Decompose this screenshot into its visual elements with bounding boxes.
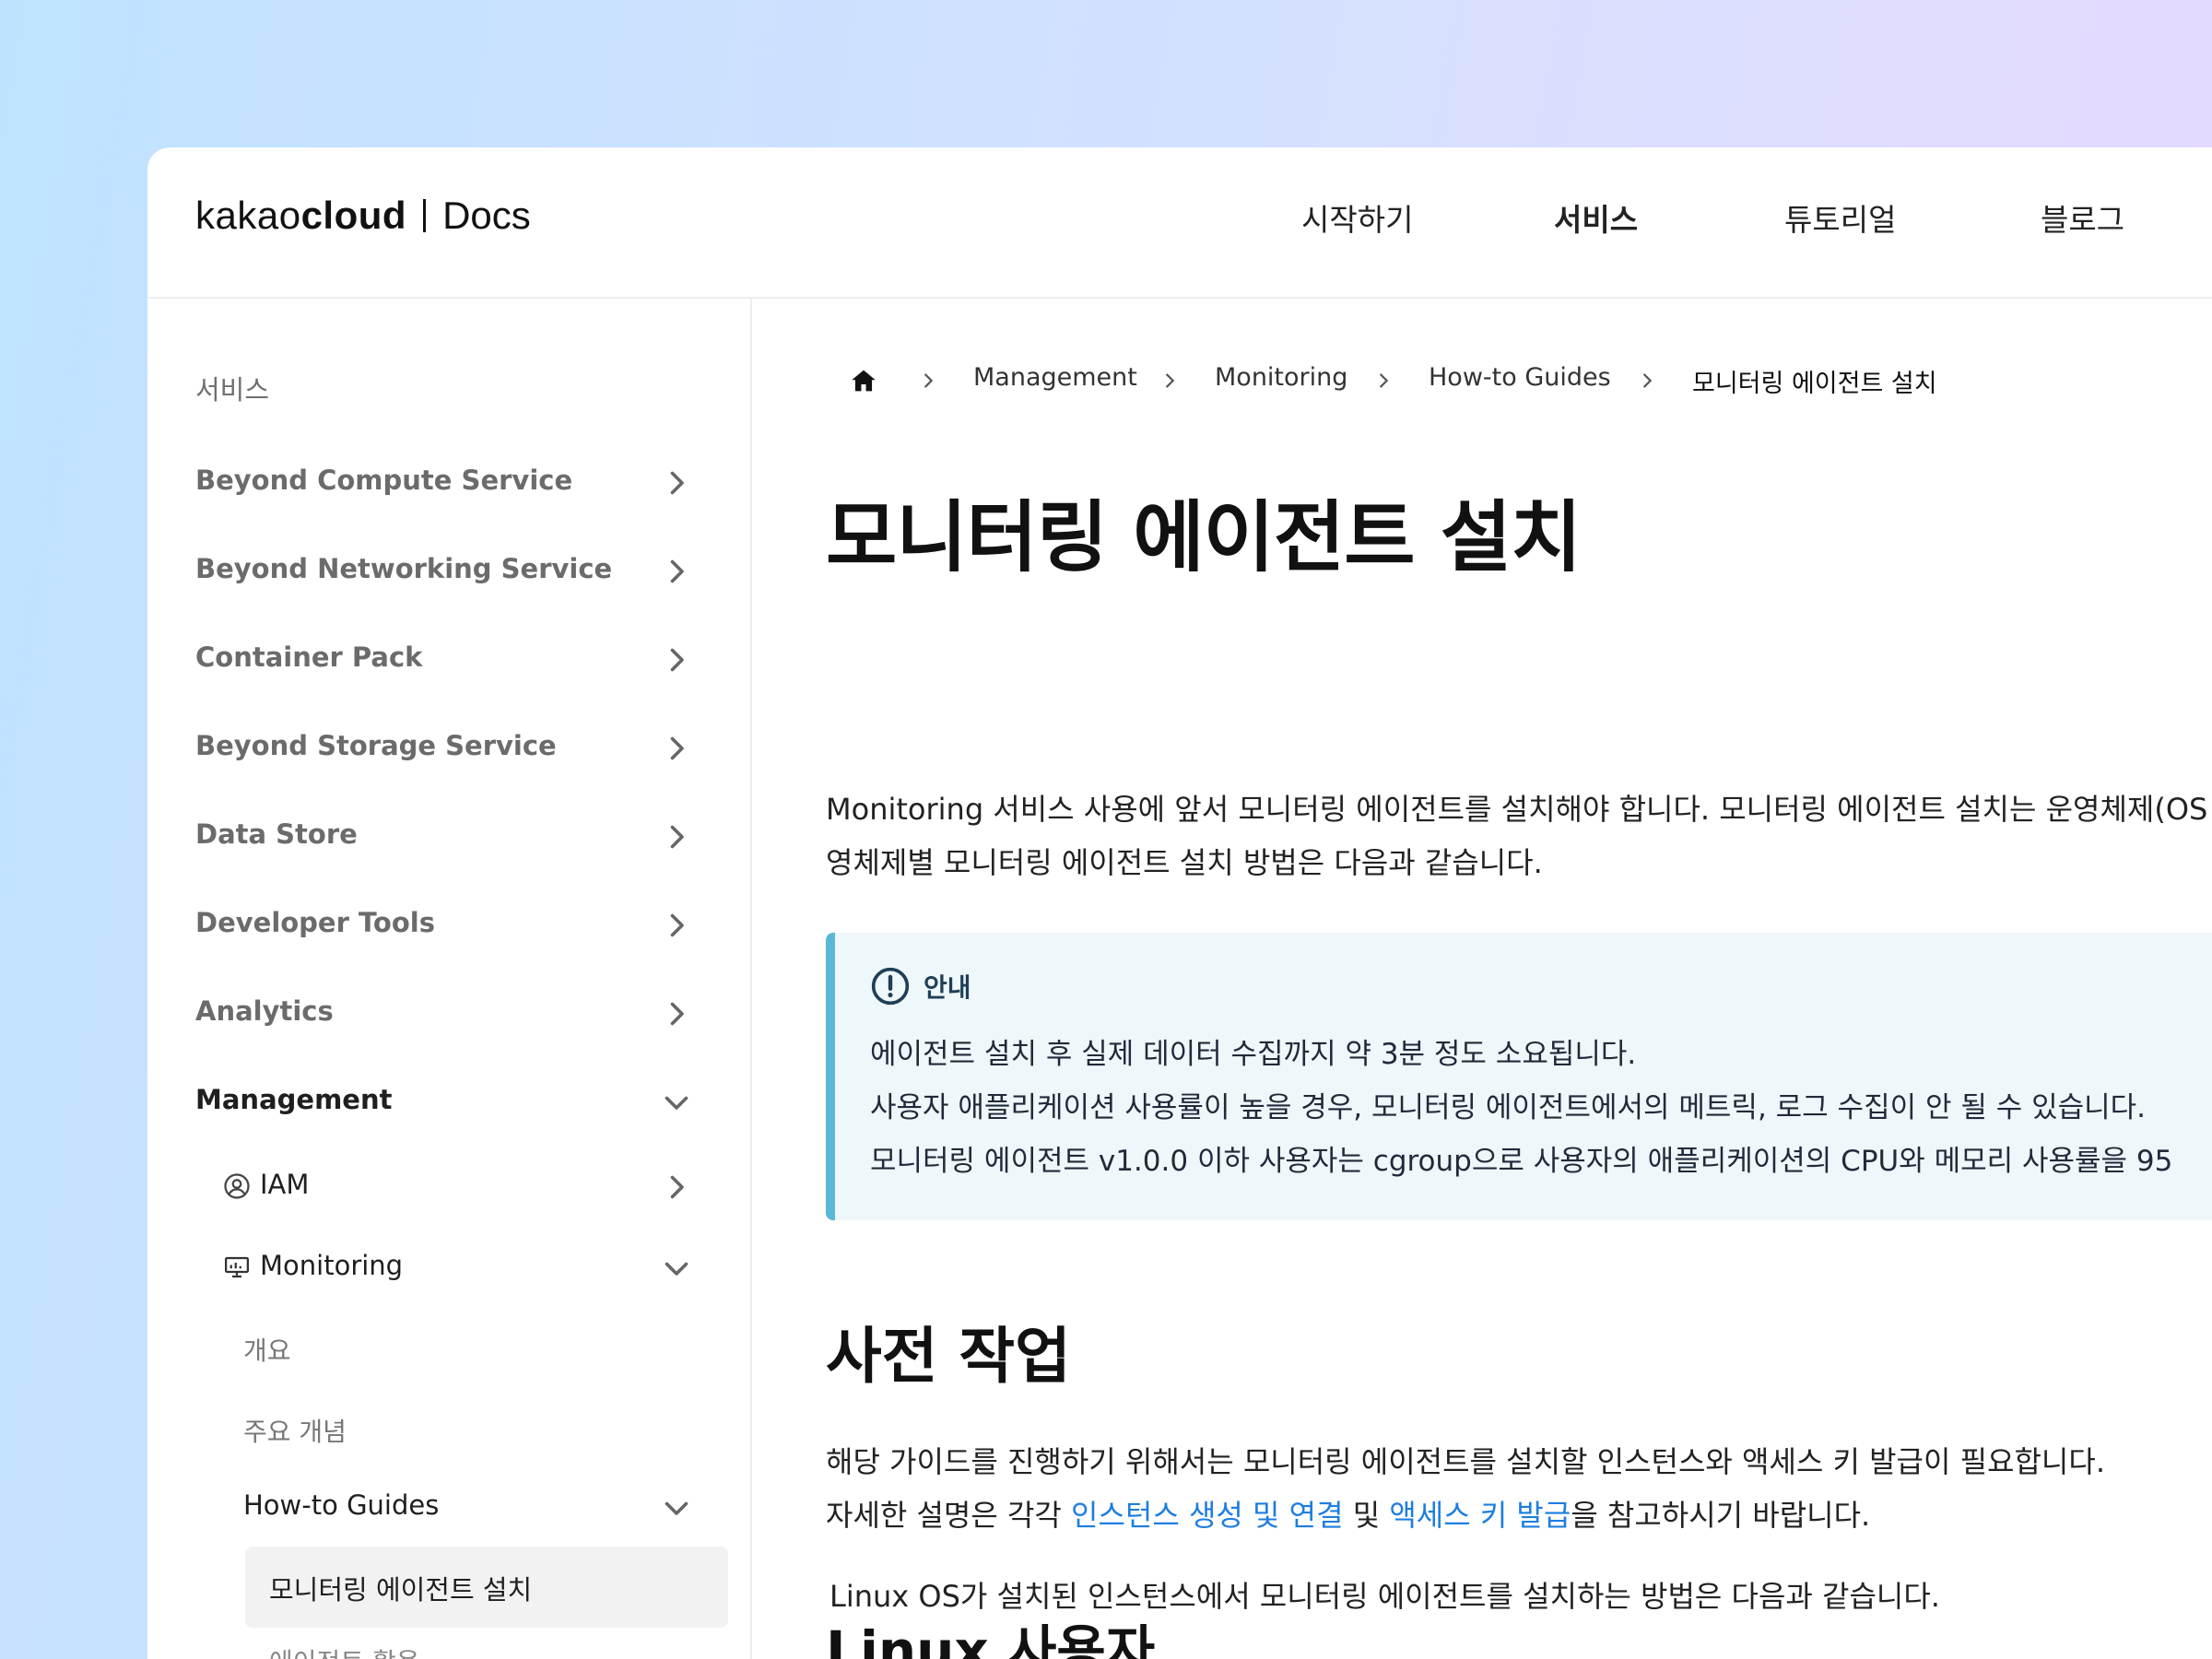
intro-line-1: Monitoring 서비스 사용에 앞서 모니터링 에이전트를 설치해야 합니… [826,792,2208,827]
breadcrumb: Management Monitoring How-to Guides 모니터링… [826,358,2208,404]
docs-window: kakaocloud Docs 시작하기 서비스 튜토리얼 블로그 서비스 Bey… [147,147,2212,1659]
callout-line: 에이전트 설치 후 실제 데이터 수집까지 약 3분 정도 소요됩니다. [870,1038,1637,1071]
chevron-right-icon [670,825,684,849]
chevron-right-icon [670,736,684,760]
chevron-right-icon [670,1002,684,1026]
prereq-text: 자세한 설명은 각각 [826,1498,1072,1533]
sidebar-leaf-overview[interactable]: 개요 [243,1331,291,1368]
chevron-down-icon [665,1096,688,1110]
breadcrumb-item[interactable]: Management [973,363,1137,392]
chevron-down-icon [665,1501,688,1515]
breadcrumb-item[interactable]: How-to Guides [1429,363,1611,392]
home-icon[interactable] [848,365,879,396]
logo-docs: Docs [442,194,531,237]
chevron-right-icon [924,373,934,388]
chevron-right-icon [1643,373,1653,388]
monitor-icon [225,1256,249,1278]
logo-cloud: cloud [300,194,407,237]
sidebar-item-label: Beyond Storage Service [195,730,557,761]
chevron-down-icon [665,1262,688,1276]
link-access-key[interactable]: 액세스 키 발급 [1389,1498,1571,1533]
link-instance-create[interactable]: 인스턴스 생성 및 연결 [1071,1498,1343,1533]
chevron-right-icon [670,648,684,672]
callout-title: 안내 [924,972,971,1003]
sidebar-subitem-label: Monitoring [260,1250,404,1281]
sidebar-item-label: Beyond Networking Service [195,553,613,584]
sidebar-item-beyond-compute[interactable]: Beyond Compute Service [195,457,693,509]
sidebar-item-container-pack[interactable]: Container Pack [195,634,693,686]
logo-kakao: kakao [195,194,301,237]
sidebar-leaf-next[interactable]: 에이전트 활용 [269,1642,419,1659]
sidebar-item-data-store[interactable]: Data Store [195,811,693,863]
sidebar-item-analytics[interactable]: Analytics [195,988,693,1040]
sidebar-item-label: Container Pack [195,641,423,673]
user-circle-icon [224,1173,250,1199]
prereq-line-1: 해당 가이드를 진행하기 위해서는 모니터링 에이전트를 설치할 인스턴스와 액… [826,1444,2105,1479]
sidebar-item-label: Beyond Compute Service [195,465,573,496]
chevron-right-icon [1380,373,1389,388]
kakaocloud-docs-logo[interactable]: kakaocloud Docs [195,194,531,238]
sidebar-subitem-label: IAM [260,1169,310,1200]
sidebar-item-label: Management [195,1084,393,1115]
linux-line: Linux OS가 설치된 인스턴스에서 모니터링 에이전트를 설치하는 방법은… [830,1579,1940,1614]
sidebar-leaf-concepts[interactable]: 주요 개념 [243,1412,347,1449]
info-callout: 안내 에이전트 설치 후 실제 데이터 수집까지 약 3분 정도 소요됩니다. … [826,933,2212,1220]
intro-line-2: 영체제별 모니터링 에이전트 설치 방법은 다음과 같습니다. [826,845,1543,880]
chevron-right-icon [1166,373,1175,388]
sidebar-item-beyond-networking[interactable]: Beyond Networking Service [195,546,693,597]
info-circle-icon [871,967,910,1006]
page-title: 모니터링 에이전트 설치 [826,492,1582,582]
callout-line: 사용자 애플리케이션 사용률이 높을 경우, 모니터링 에이전트에서의 메트릭,… [870,1091,2147,1124]
sidebar-selected-label: 모니터링 에이전트 설치 [269,1574,533,1606]
chevron-right-icon [670,1175,684,1199]
sidebar-leaf-how-to-guides[interactable]: How-to Guides [243,1482,693,1534]
sidebar-leaf-label: How-to Guides [243,1489,440,1521]
prereq-text: 및 [1343,1498,1390,1533]
chevron-right-icon [670,559,684,583]
section-heading-prereq: 사전 작업 [826,1321,1071,1392]
sidebar-item-management[interactable]: Management [195,1077,693,1128]
sidebar-subitem-monitoring[interactable]: Monitoring [223,1242,693,1294]
logo-divider [423,199,427,232]
sidebar-item-label: Analytics [195,995,334,1027]
sidebar-item-beyond-storage[interactable]: Beyond Storage Service [195,723,693,774]
sidebar-selected-page[interactable]: 모니터링 에이전트 설치 [245,1547,728,1628]
prereq-text: 을 참고하시기 바랍니다. [1571,1498,1871,1533]
main-content: Management Monitoring How-to Guides 모니터링… [826,147,2212,1659]
sidebar-subitem-iam[interactable]: IAM [223,1161,693,1213]
sidebar-item-label: Data Store [195,818,358,850]
chevron-right-icon [670,913,684,937]
breadcrumb-item[interactable]: Monitoring [1215,363,1347,392]
sidebar-heading: 서비스 [195,374,270,406]
chevron-right-icon [670,471,684,495]
breadcrumb-current: 모니터링 에이전트 설치 [1692,370,1937,398]
sidebar-item-developer-tools[interactable]: Developer Tools [195,900,693,951]
callout-line: 모니터링 에이전트 v1.0.0 이하 사용자는 cgroup으로 사용자의 애… [870,1145,2173,1178]
prereq-line-2: 자세한 설명은 각각 인스턴스 생성 및 연결 및 액세스 키 발급을 참고하시… [826,1489,1870,1541]
sidebar-item-label: Developer Tools [195,907,435,938]
